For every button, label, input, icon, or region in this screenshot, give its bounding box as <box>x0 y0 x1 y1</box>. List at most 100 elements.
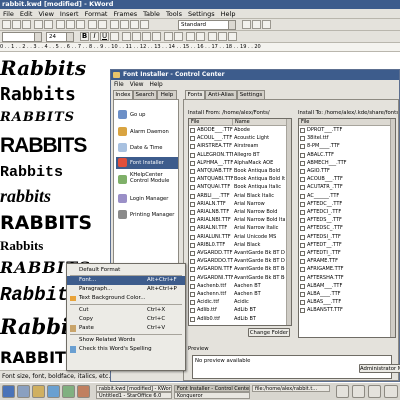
font-row[interactable]: AVGARDNI.TTFAvantGarde Bk BT Book <box>189 275 285 283</box>
installed-checkbox[interactable] <box>300 292 305 297</box>
font-row[interactable]: ARIALNBI.TTFArial Narrow Bold Italic <box>189 217 285 225</box>
font-row[interactable]: AVGARDN.TTFAvantGarde Bk BT Book <box>189 266 285 274</box>
menu-item-font[interactable]: Font... Alt+Ctrl+F <box>67 276 185 285</box>
spellcheck-icon[interactable] <box>110 20 119 29</box>
kword-title-bar[interactable]: rabbit.kwd [modified] - KWord <box>0 0 400 9</box>
side-item-khelpcenter[interactable]: KHelpCenter Control Module <box>116 172 178 188</box>
font-row[interactable]: ANTQUAI.TTF Book Antiqua Italic <box>189 184 285 192</box>
installed-font-row[interactable]: ALBANSTT.TTF <box>299 307 389 315</box>
menu-file[interactable]: File <box>0 9 17 19</box>
install-checkbox[interactable] <box>190 234 195 240</box>
installed-checkbox[interactable] <box>300 251 305 256</box>
text-color-icon[interactable] <box>208 32 217 41</box>
control-center-title-bar[interactable]: Font Installer - Control Center <box>111 70 399 80</box>
align-justify-icon[interactable] <box>152 32 161 41</box>
menu-insert[interactable]: Insert <box>57 9 82 19</box>
install-checkbox[interactable] <box>190 152 195 158</box>
font-size-combo[interactable]: 24 <box>46 32 74 42</box>
installed-font-row[interactable]: ALBAM___.TTF <box>299 283 389 291</box>
menu-table[interactable]: Table <box>140 9 163 19</box>
kmail-icon[interactable] <box>62 385 75 398</box>
installed-checkbox[interactable] <box>300 283 305 289</box>
installed-checkbox[interactable] <box>300 136 305 142</box>
installed-checkbox[interactable] <box>300 144 305 150</box>
align-left-icon[interactable] <box>122 32 131 41</box>
font-row[interactable]: AIRSTREA.TTF Airstream <box>189 143 285 151</box>
side-item-printing-manager[interactable]: Printing Manager <box>116 209 178 221</box>
office-icon[interactable] <box>77 385 90 398</box>
superscript-icon[interactable] <box>218 32 227 41</box>
menu-edit[interactable]: Edit <box>17 9 36 19</box>
change-folder-button[interactable]: Change Folder <box>248 328 290 337</box>
underline-button[interactable]: U <box>100 32 109 41</box>
installed-font-row[interactable]: ABALC.TTF <box>299 152 389 160</box>
font-row[interactable]: ACOUL___.TTF Acoustic Light <box>189 135 285 143</box>
font-row[interactable]: ARBLI___.TTF Arial Black Italic <box>189 193 285 201</box>
install-checkbox[interactable] <box>190 144 195 150</box>
tab-help[interactable]: Help <box>157 90 177 99</box>
font-row[interactable]: ARIALN.TTF Arial Narrow <box>189 201 285 209</box>
side-item-date-time[interactable]: Date & Time <box>116 142 178 154</box>
install-checkbox[interactable] <box>190 169 195 174</box>
home-icon[interactable] <box>32 385 45 398</box>
print-icon[interactable] <box>34 20 43 29</box>
open-icon[interactable] <box>12 20 21 29</box>
indent-icon[interactable] <box>186 32 195 41</box>
source-list-scrollbar[interactable] <box>286 119 291 325</box>
tab-fonts[interactable]: Fonts <box>185 90 205 99</box>
menu-item-default-format[interactable]: Default Format <box>67 266 185 275</box>
bullet-list-icon[interactable] <box>164 32 173 41</box>
formula-icon[interactable] <box>140 20 149 29</box>
task-kword[interactable]: rabbit.kwd [modified] - KWord <box>96 385 172 392</box>
paste-icon[interactable] <box>76 20 85 29</box>
menu-item-paragraph[interactable]: Paragraph... Alt+Ctrl+P <box>67 285 185 294</box>
installed-checkbox[interactable] <box>300 234 305 240</box>
installed-font-row[interactable]: 38itel.ttf <box>299 135 389 143</box>
installed-checkbox[interactable] <box>300 300 305 306</box>
volume-icon[interactable] <box>352 385 365 398</box>
install-checkbox[interactable] <box>190 193 195 199</box>
installed-checkbox[interactable] <box>300 160 305 166</box>
konqueror-icon[interactable] <box>47 385 60 398</box>
side-item-alarm-daemon[interactable]: Alarm Daemon <box>116 126 178 138</box>
installed-checkbox[interactable] <box>300 242 305 248</box>
font-row[interactable]: ABODE___.TTF Abode <box>189 127 285 135</box>
border-icon[interactable] <box>262 20 271 29</box>
install-checkbox[interactable] <box>190 267 195 273</box>
installed-font-row[interactable]: AFTEDCI_.TTF <box>299 209 389 217</box>
installed-checkbox[interactable] <box>300 128 305 133</box>
menu-item-check-spelling[interactable]: Check this Word's Spelling <box>67 345 185 354</box>
installed-font-row[interactable]: ALBA____.TTF <box>299 291 389 299</box>
font-family-combo[interactable] <box>2 32 42 42</box>
installed-font-row[interactable]: ACOUB___.TTF <box>299 176 389 184</box>
install-checkbox[interactable] <box>190 136 195 142</box>
menu-item-related-words[interactable]: Show Related Words <box>67 336 185 345</box>
tab-settings[interactable]: Settings <box>237 90 265 99</box>
installed-font-row[interactable]: 8-PM____.TTF <box>299 143 389 151</box>
tab-index[interactable]: Index <box>113 90 133 99</box>
install-checkbox[interactable] <box>190 201 195 207</box>
installed-font-row[interactable]: AGIO.TTF <box>299 168 389 176</box>
installed-font-row[interactable]: AFRIGAME.TTF <box>299 266 389 274</box>
task-konqueror[interactable]: Konqueror <box>174 392 250 399</box>
undo-icon[interactable] <box>88 20 97 29</box>
menu-format[interactable]: Format <box>82 9 111 19</box>
outdent-icon[interactable] <box>196 32 205 41</box>
installed-font-row[interactable]: DPROT___.TTF <box>299 127 389 135</box>
save-icon[interactable] <box>22 20 31 29</box>
side-item-go-up[interactable]: Go up <box>116 109 178 121</box>
k-menu-icon[interactable] <box>2 385 15 398</box>
align-center-icon[interactable] <box>132 32 141 41</box>
installed-font-list[interactable]: File DPROT___.TTF 38itel.ttf 8-PM____.TTF A… <box>298 118 396 338</box>
tab-search[interactable]: Search <box>133 90 157 99</box>
font-row[interactable]: AVGARDD.TTFAvantGarde Bk BT Demi <box>189 250 285 258</box>
font-row[interactable]: ARIALNI.TTF Arial Narrow Italic <box>189 225 285 233</box>
task-staroffice[interactable]: Untitled1 - StarOffice 6.0 <box>96 392 172 399</box>
style-combo[interactable]: Standard <box>178 20 236 30</box>
font-row[interactable]: ANTQUABI.TTFBook Antiqua Bold Italic <box>189 176 285 184</box>
installed-font-row[interactable]: ABMECH___.TTF <box>299 160 389 168</box>
font-row[interactable]: ALLEGRON.TTF Allegro BT <box>189 152 285 160</box>
install-checkbox[interactable] <box>190 128 195 133</box>
install-checkbox[interactable] <box>190 210 195 215</box>
installed-list-scrollbar[interactable] <box>390 119 395 337</box>
